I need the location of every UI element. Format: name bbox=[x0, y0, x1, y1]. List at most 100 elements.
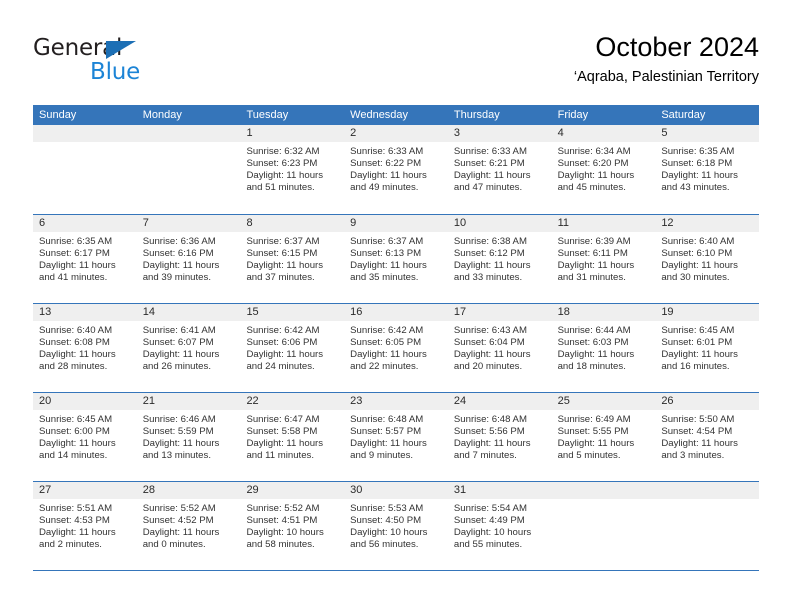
daylight-line-2: and 20 minutes. bbox=[453, 361, 523, 373]
sunrise-line: Sunrise: 6:36 AM bbox=[142, 236, 216, 247]
daylight-line-2: and 51 minutes. bbox=[246, 182, 315, 194]
sunset-line: Sunset: 6:18 PM bbox=[661, 158, 733, 170]
day-cell[interactable]: 21 Sunrise: 6:46 AM Sunset: 5:59 PM Dayl… bbox=[136, 393, 241, 481]
day-number: 30 bbox=[344, 482, 448, 499]
day-number: 18 bbox=[551, 304, 656, 321]
daylight-line-1: Daylight: 10 hours bbox=[246, 527, 324, 539]
daylight-line-2: and 28 minutes. bbox=[39, 361, 108, 373]
day-cell[interactable]: 10 Sunrise: 6:38 AM Sunset: 6:12 PM Dayl… bbox=[447, 215, 552, 303]
daylight-line-1: Daylight: 11 hours bbox=[557, 349, 635, 361]
day-cell[interactable]: 26 Sunrise: 5:50 AM Sunset: 4:54 PM Dayl… bbox=[655, 393, 760, 481]
day-cell[interactable]: 11 Sunrise: 6:39 AM Sunset: 6:11 PM Dayl… bbox=[551, 215, 656, 303]
daylight-line-1: Daylight: 11 hours bbox=[453, 438, 531, 450]
sunrise-line: Sunrise: 6:33 AM bbox=[350, 146, 424, 157]
sunrise-line: Sunrise: 6:45 AM bbox=[39, 414, 113, 425]
daylight-line-2: and 30 minutes. bbox=[661, 272, 730, 284]
location-subtitle: ‘Aqraba, Palestinian Territory bbox=[573, 69, 759, 85]
page-title: October 2024 bbox=[595, 32, 759, 62]
sunset-line: Sunset: 6:00 PM bbox=[39, 426, 110, 438]
day-number: 17 bbox=[447, 304, 552, 321]
day-cell[interactable]: 14 Sunrise: 6:41 AM Sunset: 6:07 PM Dayl… bbox=[136, 304, 241, 392]
week-row: 27 Sunrise: 5:51 AM Sunset: 4:53 PM Dayl… bbox=[33, 481, 760, 570]
daylight-line-2: and 5 minutes. bbox=[557, 450, 621, 462]
daylight-line-1: Daylight: 10 hours bbox=[453, 527, 532, 539]
day-cell[interactable]: 8 Sunrise: 6:37 AM Sunset: 6:15 PM Dayli… bbox=[240, 215, 345, 303]
day-cell[interactable]: 27 Sunrise: 5:51 AM Sunset: 4:53 PM Dayl… bbox=[33, 482, 137, 570]
day-cell[interactable]: 13 Sunrise: 6:40 AM Sunset: 6:08 PM Dayl… bbox=[33, 304, 137, 392]
day-cell[interactable] bbox=[655, 482, 760, 570]
day-number: 4 bbox=[551, 125, 656, 142]
sunset-line: Sunset: 5:59 PM bbox=[142, 426, 214, 438]
daylight-line-2: and 43 minutes. bbox=[661, 182, 730, 194]
general-blue-logo[interactable]: General Blue bbox=[33, 35, 233, 91]
day-details: Sunrise: 5:51 AM Sunset: 4:53 PM Dayligh… bbox=[33, 499, 137, 551]
sunrise-line: Sunrise: 6:40 AM bbox=[661, 236, 735, 247]
day-cell[interactable]: 15 Sunrise: 6:42 AM Sunset: 6:06 PM Dayl… bbox=[240, 304, 345, 392]
day-number: 6 bbox=[33, 215, 137, 232]
daylight-line-1: Daylight: 11 hours bbox=[39, 527, 116, 539]
day-cell[interactable]: 4 Sunrise: 6:34 AM Sunset: 6:20 PM Dayli… bbox=[551, 125, 656, 214]
day-cell[interactable]: 2 Sunrise: 6:33 AM Sunset: 6:22 PM Dayli… bbox=[344, 125, 448, 214]
day-cell[interactable] bbox=[33, 125, 137, 214]
day-number bbox=[551, 482, 656, 499]
day-cell[interactable]: 18 Sunrise: 6:44 AM Sunset: 6:03 PM Dayl… bbox=[551, 304, 656, 392]
day-cell[interactable]: 5 Sunrise: 6:35 AM Sunset: 6:18 PM Dayli… bbox=[655, 125, 760, 214]
weekday-wednesday: Wednesday bbox=[350, 109, 409, 121]
daylight-line-1: Daylight: 11 hours bbox=[142, 260, 220, 272]
daylight-line-1: Daylight: 11 hours bbox=[350, 349, 427, 361]
sunset-line: Sunset: 4:53 PM bbox=[39, 515, 110, 527]
sunset-line: Sunset: 6:07 PM bbox=[142, 337, 214, 349]
daylight-line-2: and 16 minutes. bbox=[661, 361, 730, 373]
day-cell[interactable]: 29 Sunrise: 5:52 AM Sunset: 4:51 PM Dayl… bbox=[240, 482, 345, 570]
day-cell[interactable]: 22 Sunrise: 6:47 AM Sunset: 5:58 PM Dayl… bbox=[240, 393, 345, 481]
day-cell[interactable]: 25 Sunrise: 6:49 AM Sunset: 5:55 PM Dayl… bbox=[551, 393, 656, 481]
day-number: 29 bbox=[240, 482, 345, 499]
sunset-line: Sunset: 6:05 PM bbox=[350, 337, 422, 349]
daylight-line-1: Daylight: 11 hours bbox=[246, 349, 324, 361]
day-cell[interactable] bbox=[551, 482, 656, 570]
sunset-line: Sunset: 6:08 PM bbox=[39, 337, 110, 349]
weekday-tuesday: Tuesday bbox=[246, 109, 289, 121]
day-cell[interactable] bbox=[136, 125, 241, 214]
daylight-line-1: Daylight: 11 hours bbox=[246, 170, 324, 182]
day-cell[interactable]: 20 Sunrise: 6:45 AM Sunset: 6:00 PM Dayl… bbox=[33, 393, 137, 481]
day-number: 11 bbox=[551, 215, 656, 232]
day-cell[interactable]: 12 Sunrise: 6:40 AM Sunset: 6:10 PM Dayl… bbox=[655, 215, 760, 303]
sunset-line: Sunset: 6:16 PM bbox=[142, 248, 214, 260]
day-cell[interactable]: 24 Sunrise: 6:48 AM Sunset: 5:56 PM Dayl… bbox=[447, 393, 552, 481]
day-number bbox=[136, 125, 241, 142]
daylight-line-1: Daylight: 11 hours bbox=[350, 260, 427, 272]
day-details: Sunrise: 6:36 AM Sunset: 6:16 PM Dayligh… bbox=[137, 232, 241, 284]
day-cell[interactable]: 3 Sunrise: 6:33 AM Sunset: 6:21 PM Dayli… bbox=[447, 125, 552, 214]
day-cell[interactable]: 1 Sunrise: 6:32 AM Sunset: 6:23 PM Dayli… bbox=[240, 125, 345, 214]
day-cell[interactable]: 6 Sunrise: 6:35 AM Sunset: 6:17 PM Dayli… bbox=[33, 215, 137, 303]
daylight-line-1: Daylight: 11 hours bbox=[453, 170, 531, 182]
daylight-line-1: Daylight: 11 hours bbox=[39, 260, 116, 272]
day-cell[interactable]: 30 Sunrise: 5:53 AM Sunset: 4:50 PM Dayl… bbox=[344, 482, 448, 570]
daylight-line-1: Daylight: 11 hours bbox=[453, 349, 531, 361]
sunset-line: Sunset: 6:20 PM bbox=[557, 158, 629, 170]
day-cell[interactable]: 7 Sunrise: 6:36 AM Sunset: 6:16 PM Dayli… bbox=[136, 215, 241, 303]
sunrise-line: Sunrise: 6:48 AM bbox=[350, 414, 424, 425]
daylight-line-2: and 11 minutes. bbox=[246, 450, 314, 462]
sunset-line: Sunset: 6:10 PM bbox=[661, 248, 733, 260]
day-cell[interactable]: 28 Sunrise: 5:52 AM Sunset: 4:52 PM Dayl… bbox=[136, 482, 241, 570]
sunrise-line: Sunrise: 6:37 AM bbox=[246, 236, 320, 247]
day-details: Sunrise: 6:33 AM Sunset: 6:22 PM Dayligh… bbox=[344, 142, 448, 194]
day-cell[interactable]: 17 Sunrise: 6:43 AM Sunset: 6:04 PM Dayl… bbox=[447, 304, 552, 392]
daylight-line-1: Daylight: 11 hours bbox=[142, 349, 220, 361]
daylight-line-1: Daylight: 11 hours bbox=[142, 527, 220, 539]
sunset-line: Sunset: 5:57 PM bbox=[350, 426, 422, 438]
day-details: Sunrise: 6:44 AM Sunset: 6:03 PM Dayligh… bbox=[552, 321, 656, 373]
day-cell[interactable]: 31 Sunrise: 5:54 AM Sunset: 4:49 PM Dayl… bbox=[447, 482, 552, 570]
sunrise-line: Sunrise: 6:35 AM bbox=[661, 146, 735, 157]
day-cell[interactable]: 16 Sunrise: 6:42 AM Sunset: 6:05 PM Dayl… bbox=[344, 304, 448, 392]
day-cell[interactable]: 19 Sunrise: 6:45 AM Sunset: 6:01 PM Dayl… bbox=[655, 304, 760, 392]
day-cell[interactable]: 23 Sunrise: 6:48 AM Sunset: 5:57 PM Dayl… bbox=[344, 393, 448, 481]
day-details: Sunrise: 6:35 AM Sunset: 6:17 PM Dayligh… bbox=[33, 232, 137, 284]
day-cell[interactable]: 9 Sunrise: 6:37 AM Sunset: 6:13 PM Dayli… bbox=[344, 215, 448, 303]
day-details: Sunrise: 5:54 AM Sunset: 4:49 PM Dayligh… bbox=[448, 499, 552, 551]
daylight-line-1: Daylight: 11 hours bbox=[557, 170, 635, 182]
day-details: Sunrise: 6:45 AM Sunset: 6:01 PM Dayligh… bbox=[655, 321, 759, 373]
daylight-line-1: Daylight: 11 hours bbox=[39, 349, 116, 361]
